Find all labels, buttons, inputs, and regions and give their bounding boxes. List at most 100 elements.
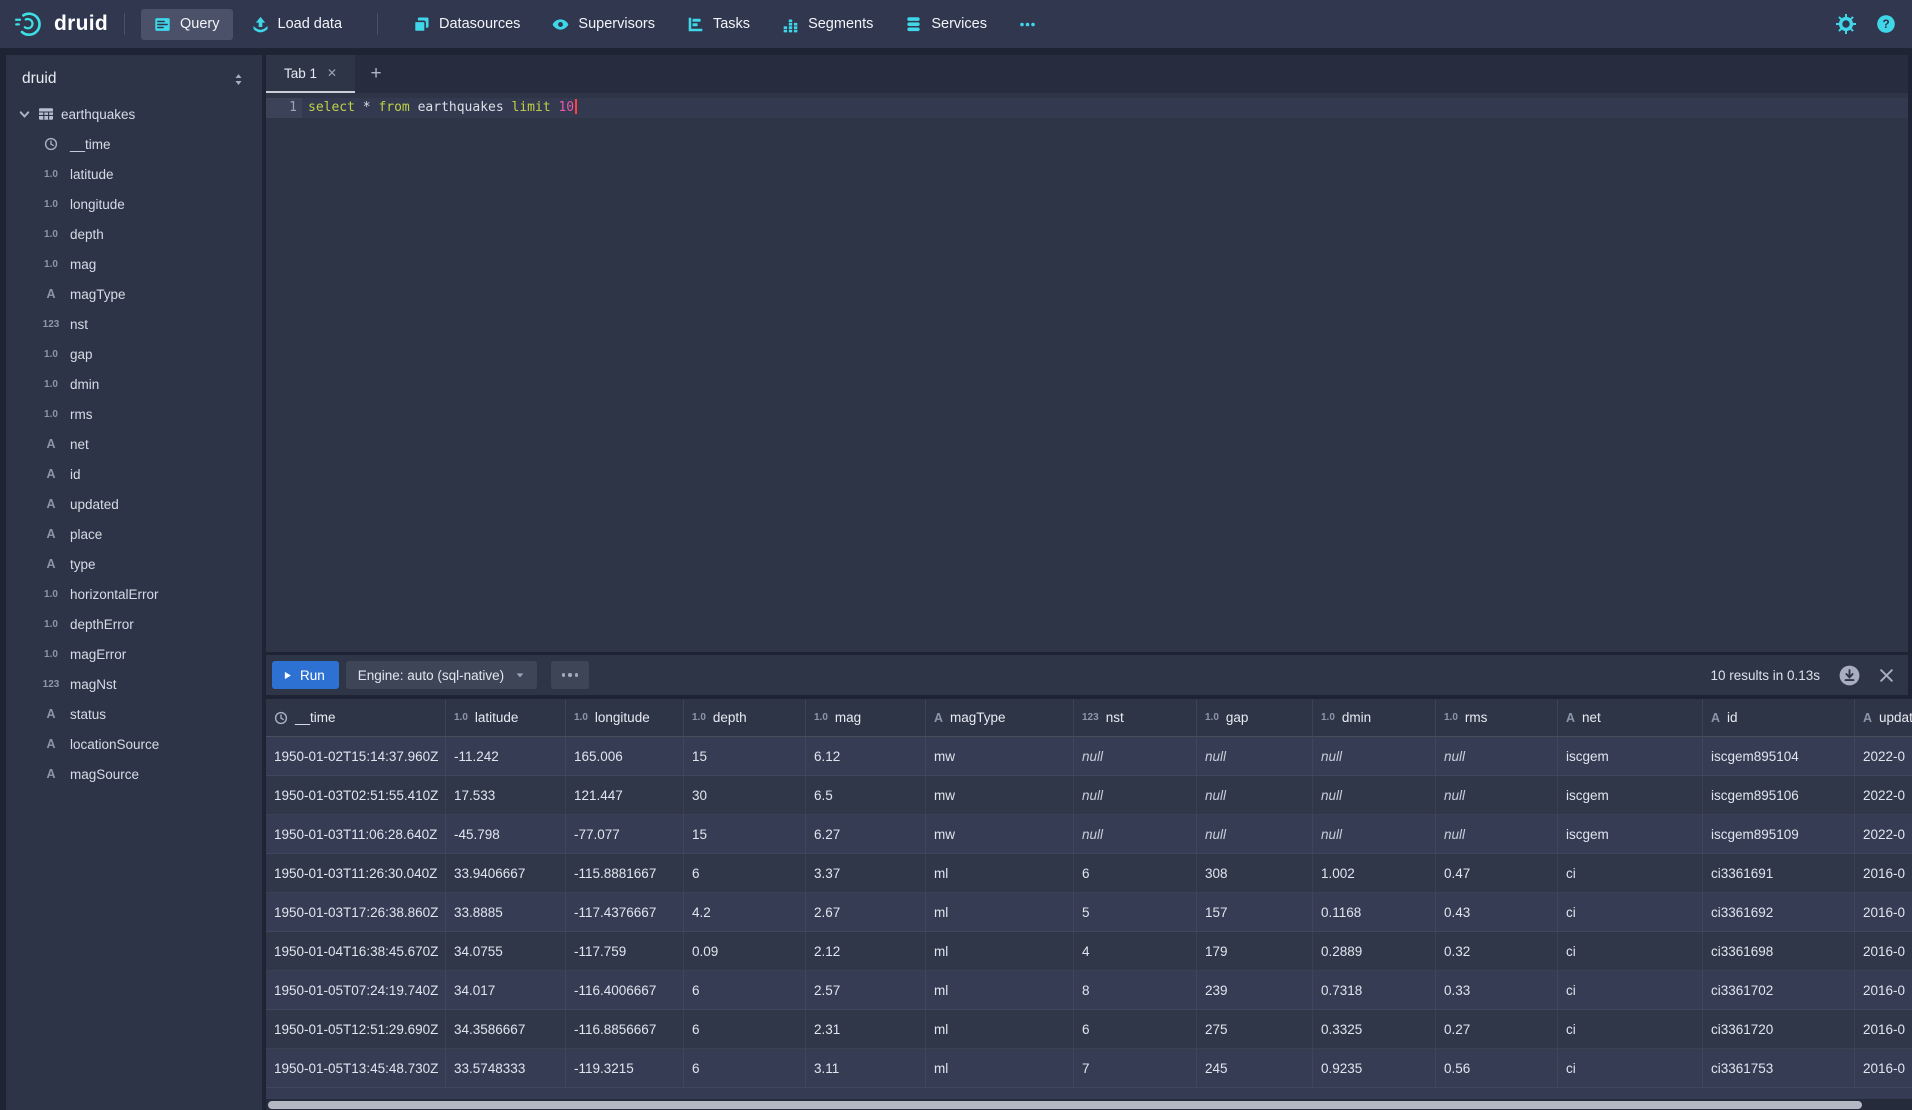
sidebar-column-magError[interactable]: 1.0magError	[6, 639, 262, 669]
table-cell-gap[interactable]: 239	[1197, 971, 1313, 1010]
sidebar-column-depth[interactable]: 1.0depth	[6, 219, 262, 249]
table-cell-latitude[interactable]: 34.0755	[446, 932, 566, 971]
sidebar-column-id[interactable]: Aid	[6, 459, 262, 489]
table-cell-mag[interactable]: 2.57	[806, 971, 926, 1010]
table-cell-latitude[interactable]: 33.9406667	[446, 854, 566, 893]
table-cell-rms[interactable]: 0.43	[1436, 893, 1558, 932]
sidebar-column-latitude[interactable]: 1.0latitude	[6, 159, 262, 189]
table-cell-updated[interactable]: 2022-0	[1855, 815, 1912, 854]
sql-editor[interactable]: 1 select * from earthquakes limit 10	[266, 93, 1908, 652]
table-cell-net[interactable]: iscgem	[1558, 737, 1703, 776]
table-cell-nst[interactable]: 7	[1074, 1049, 1197, 1088]
table-cell-id[interactable]: iscgem895109	[1703, 815, 1855, 854]
table-cell-nst[interactable]: null	[1074, 737, 1197, 776]
column-header-rms[interactable]: 1.0rms	[1436, 699, 1558, 737]
table-cell-rms[interactable]: null	[1436, 737, 1558, 776]
table-cell-rms[interactable]: 0.56	[1436, 1049, 1558, 1088]
sidebar-column-magSource[interactable]: AmagSource	[6, 759, 262, 789]
table-cell-longitude[interactable]: -115.8881667	[566, 854, 684, 893]
nav-segments[interactable]: Segments	[769, 9, 886, 40]
column-header-dmin[interactable]: 1.0dmin	[1313, 699, 1436, 737]
sql-code-line[interactable]: select * from earthquakes limit 10	[308, 98, 577, 118]
table-cell-dmin[interactable]: 0.1168	[1313, 893, 1436, 932]
table-cell-latitude[interactable]: 33.8885	[446, 893, 566, 932]
column-header-latitude[interactable]: 1.0latitude	[446, 699, 566, 737]
table-cell-__time[interactable]: 1950-01-03T11:06:28.640Z	[266, 815, 446, 854]
table-cell-dmin[interactable]: 0.2889	[1313, 932, 1436, 971]
table-cell-latitude[interactable]: 17.533	[446, 776, 566, 815]
table-cell-rms[interactable]: 0.27	[1436, 1010, 1558, 1049]
table-cell-latitude[interactable]: -11.242	[446, 737, 566, 776]
sidebar-column-depthError[interactable]: 1.0depthError	[6, 609, 262, 639]
table-cell-longitude[interactable]: -116.8856667	[566, 1010, 684, 1049]
table-cell-mag[interactable]: 2.12	[806, 932, 926, 971]
table-cell-updated[interactable]: 2022-0	[1855, 776, 1912, 815]
help-button[interactable]: ?	[1876, 14, 1896, 34]
column-header-longitude[interactable]: 1.0longitude	[566, 699, 684, 737]
table-cell-__time[interactable]: 1950-01-03T17:26:38.860Z	[266, 893, 446, 932]
nav-supervisors[interactable]: Supervisors	[539, 9, 668, 40]
table-cell-mag[interactable]: 2.31	[806, 1010, 926, 1049]
table-cell-updated[interactable]: 2016-0	[1855, 1010, 1912, 1049]
table-cell-latitude[interactable]: 33.5748333	[446, 1049, 566, 1088]
table-cell-longitude[interactable]: -116.4006667	[566, 971, 684, 1010]
table-cell-net[interactable]: ci	[1558, 932, 1703, 971]
table-cell-updated[interactable]: 2016-0	[1855, 1049, 1912, 1088]
table-cell-mag[interactable]: 6.5	[806, 776, 926, 815]
table-cell-net[interactable]: iscgem	[1558, 776, 1703, 815]
new-tab-button[interactable]: +	[355, 55, 397, 93]
table-cell-__time[interactable]: 1950-01-05T12:51:29.690Z	[266, 1010, 446, 1049]
table-cell-net[interactable]: ci	[1558, 1010, 1703, 1049]
sidebar-column-longitude[interactable]: 1.0longitude	[6, 189, 262, 219]
table-cell-latitude[interactable]: 34.3586667	[446, 1010, 566, 1049]
table-cell-mag[interactable]: 6.12	[806, 737, 926, 776]
table-cell-nst[interactable]: 6	[1074, 854, 1197, 893]
nav-more[interactable]	[1006, 9, 1049, 40]
table-cell-mag[interactable]: 6.27	[806, 815, 926, 854]
table-cell-mag[interactable]: 3.37	[806, 854, 926, 893]
table-cell-dmin[interactable]: 0.7318	[1313, 971, 1436, 1010]
column-header-magType[interactable]: AmagType	[926, 699, 1074, 737]
sidebar-column-horizontalError[interactable]: 1.0horizontalError	[6, 579, 262, 609]
table-cell-updated[interactable]: 2016-0	[1855, 854, 1912, 893]
sidebar-column-mag[interactable]: 1.0mag	[6, 249, 262, 279]
nav-query[interactable]: Query	[141, 9, 233, 40]
table-cell-magType[interactable]: mw	[926, 776, 1074, 815]
table-cell-gap[interactable]: 275	[1197, 1010, 1313, 1049]
table-cell-nst[interactable]: null	[1074, 776, 1197, 815]
table-cell-nst[interactable]: null	[1074, 815, 1197, 854]
table-cell-latitude[interactable]: 34.017	[446, 971, 566, 1010]
column-header-net[interactable]: Anet	[1558, 699, 1703, 737]
horizontal-scrollbar-track[interactable]	[266, 1099, 1912, 1110]
sidebar-table-earthquakes[interactable]: earthquakes	[6, 99, 262, 129]
table-cell-longitude[interactable]: -77.077	[566, 815, 684, 854]
druid-brand[interactable]: druid	[14, 9, 108, 39]
column-header-mag[interactable]: 1.0mag	[806, 699, 926, 737]
table-cell-depth[interactable]: 6	[684, 971, 806, 1010]
table-cell-gap[interactable]: 245	[1197, 1049, 1313, 1088]
table-cell-nst[interactable]: 5	[1074, 893, 1197, 932]
table-cell-__time[interactable]: 1950-01-03T11:26:30.040Z	[266, 854, 446, 893]
table-cell-id[interactable]: iscgem895104	[1703, 737, 1855, 776]
nav-services[interactable]: Services	[892, 9, 1000, 40]
table-cell-magType[interactable]: ml	[926, 893, 1074, 932]
table-cell-dmin[interactable]: 0.9235	[1313, 1049, 1436, 1088]
table-cell-magType[interactable]: ml	[926, 932, 1074, 971]
table-cell-depth[interactable]: 6	[684, 1010, 806, 1049]
table-cell-magType[interactable]: ml	[926, 854, 1074, 893]
table-cell-dmin[interactable]: 1.002	[1313, 854, 1436, 893]
sidebar-column-rms[interactable]: 1.0rms	[6, 399, 262, 429]
nav-datasources[interactable]: Datasources	[400, 9, 533, 40]
table-cell-id[interactable]: ci3361720	[1703, 1010, 1855, 1049]
table-cell-__time[interactable]: 1950-01-03T02:51:55.410Z	[266, 776, 446, 815]
table-cell-net[interactable]: ci	[1558, 971, 1703, 1010]
table-cell-rms[interactable]: 0.47	[1436, 854, 1558, 893]
sidebar-column-nst[interactable]: 123nst	[6, 309, 262, 339]
table-cell-rms[interactable]: null	[1436, 776, 1558, 815]
table-cell-nst[interactable]: 4	[1074, 932, 1197, 971]
table-cell-longitude[interactable]: 121.447	[566, 776, 684, 815]
run-more-options-button[interactable]	[551, 661, 589, 689]
table-cell-depth[interactable]: 4.2	[684, 893, 806, 932]
column-header-gap[interactable]: 1.0gap	[1197, 699, 1313, 737]
table-cell-dmin[interactable]: null	[1313, 815, 1436, 854]
